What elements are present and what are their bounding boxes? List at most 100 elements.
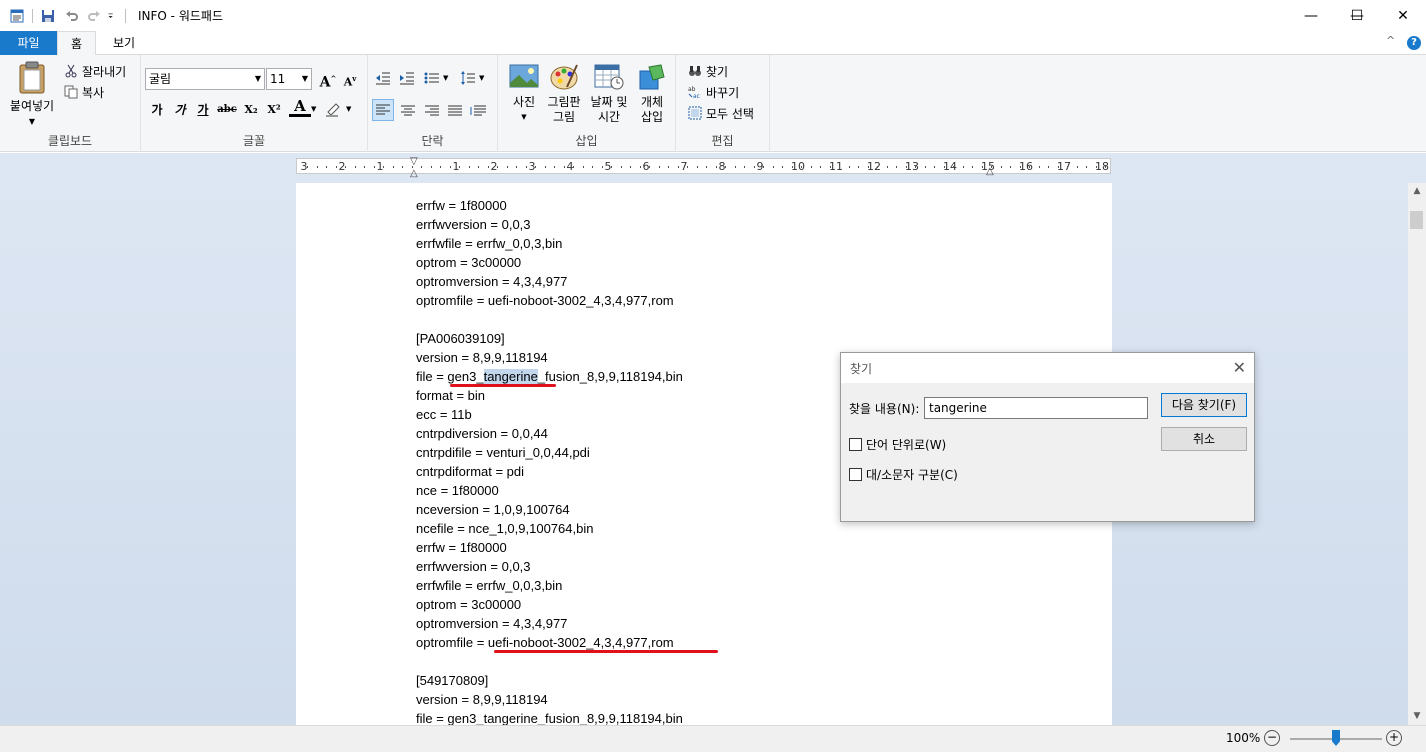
ruler-tick [1076, 166, 1078, 168]
shrink-font-button[interactable]: Av [339, 68, 361, 90]
scroll-down-icon[interactable]: ▼ [1408, 708, 1426, 725]
zoom-in-icon[interactable]: + [1386, 730, 1402, 746]
match-case-checkbox[interactable]: 대/소문자 구분(C) [849, 466, 958, 483]
text-color-dropdown-icon[interactable]: ▼ [311, 105, 316, 113]
help-icon[interactable]: ? [1407, 36, 1421, 50]
insert-object-button[interactable]: 개체 삽입 [634, 63, 670, 125]
maximize-button[interactable]: ☐ [1334, 0, 1380, 31]
font-family-select[interactable]: 굴림 ▼ [145, 68, 265, 90]
minimize-window-button[interactable]: — [1288, 0, 1334, 31]
font-size-value: 11 [270, 72, 286, 86]
increase-indent-icon[interactable] [399, 71, 415, 85]
paint-drawing-button[interactable]: 그림판 그림 [544, 63, 584, 125]
line-spacing-icon[interactable] [460, 70, 476, 86]
bold-button[interactable]: 가 [146, 99, 168, 121]
undo-icon[interactable] [65, 9, 79, 23]
ruler-tick [449, 166, 451, 168]
ruler-number: 11 [829, 160, 843, 173]
superscript-button[interactable]: X² [263, 99, 285, 121]
ruler-tick [563, 166, 565, 168]
save-icon[interactable] [41, 9, 55, 23]
align-left-button[interactable] [372, 99, 394, 121]
find-dialog-titlebar[interactable]: 찾기 ✕ [841, 353, 1254, 383]
match-case-box[interactable] [849, 468, 862, 481]
zoom-slider-thumb[interactable] [1332, 730, 1340, 746]
ruler-tick [316, 166, 318, 168]
ruler-tick [1105, 166, 1106, 168]
match-whole-word-box[interactable] [849, 438, 862, 451]
tab-view[interactable]: 보기 [104, 31, 144, 55]
ruler-tick [1086, 166, 1087, 168]
first-line-indent-marker[interactable]: ▽ [410, 156, 418, 167]
line-spacing-dropdown-icon[interactable]: ▼ [479, 74, 484, 82]
replace-label: 바꾸기 [706, 85, 740, 100]
find-what-input[interactable]: tangerine [924, 397, 1148, 419]
red-underline-annotation [494, 650, 718, 653]
replace-button[interactable]: ab ac 바꾸기 [688, 82, 739, 102]
picture-button[interactable]: 사진 ▼ [504, 63, 544, 125]
ruler-tick [611, 166, 612, 168]
match-whole-word-checkbox[interactable]: 단어 단위로(W) [849, 436, 946, 453]
collapse-ribbon-icon[interactable]: ^ [1386, 34, 1395, 47]
cut-button[interactable]: 잘라내기 [64, 61, 126, 81]
underline-button[interactable]: 가 [192, 99, 214, 121]
ruler-tick [392, 166, 394, 168]
justify-icon[interactable] [445, 101, 465, 121]
scissors-icon [65, 64, 77, 78]
document-line: errfwfile = errfw_0,0,3,bin [416, 578, 563, 593]
copy-button[interactable]: 복사 [64, 82, 104, 102]
date-time-label-2: 시간 [597, 110, 621, 124]
underline-icon: 가 [197, 103, 209, 117]
grow-font-button[interactable]: A^ [317, 68, 339, 91]
text-color-button[interactable]: A [289, 97, 311, 117]
scroll-thumb[interactable] [1410, 211, 1423, 229]
ruler-tick [497, 166, 498, 168]
align-right-icon[interactable] [422, 101, 442, 121]
tab-home[interactable]: 홈 [57, 31, 96, 56]
font-size-select[interactable]: 11 ▼ [266, 68, 312, 90]
find-dialog-close-icon[interactable]: ✕ [1233, 358, 1246, 377]
decrease-indent-icon[interactable] [375, 71, 391, 85]
cancel-button[interactable]: 취소 [1161, 427, 1247, 451]
ruler-tick [1029, 166, 1030, 168]
ruler-tick [582, 166, 584, 168]
vertical-scrollbar[interactable]: ▲ ▼ [1408, 183, 1426, 725]
scroll-up-icon[interactable]: ▲ [1408, 183, 1426, 200]
zoom-out-icon[interactable]: − [1264, 730, 1280, 746]
ruler-tick [763, 166, 764, 168]
paragraph-settings-icon[interactable] [469, 101, 489, 121]
date-time-label-1: 날짜 및 [590, 95, 628, 109]
ruler-tick [934, 166, 935, 168]
ruler-tick [696, 166, 698, 168]
find-button[interactable]: 찾기 [688, 61, 728, 81]
ruler-tick [554, 166, 555, 168]
align-center-icon[interactable] [398, 101, 418, 121]
date-time-button[interactable]: 날짜 및 시간 [586, 63, 632, 125]
wordpad-app-icon[interactable] [10, 9, 24, 23]
highlight-dropdown-icon[interactable]: ▼ [346, 105, 351, 113]
find-dialog-title: 찾기 [850, 362, 873, 376]
customize-qat-icon[interactable] [107, 9, 117, 23]
find-next-button[interactable]: 다음 찾기(F) [1161, 393, 1247, 417]
bullet-list-icon[interactable] [424, 71, 440, 85]
ruler-tick [345, 166, 346, 168]
ruler-number: 12 [867, 160, 881, 173]
document-line: optromversion = 4,3,4,977 [416, 616, 568, 631]
tab-file[interactable]: 파일 [0, 31, 57, 55]
document-line: version = 8,9,9,118194 [416, 692, 548, 707]
left-indent-marker[interactable]: △ [410, 168, 418, 179]
ruler-tick [516, 166, 517, 168]
right-indent-marker[interactable]: △ [986, 166, 994, 177]
document-line: cntrpdifile = venturi_0,0,44,pdi [416, 445, 590, 460]
paste-button[interactable]: 붙여넣기 ▼ [6, 61, 58, 129]
redo-icon[interactable] [87, 9, 101, 23]
highlight-pen-icon[interactable] [324, 100, 342, 118]
select-all-button[interactable]: 모두 선택 [688, 103, 754, 123]
strikethrough-button[interactable]: abc [216, 99, 238, 121]
bullet-list-dropdown-icon[interactable]: ▼ [443, 74, 448, 82]
ruler-tick [525, 166, 527, 168]
close-window-button[interactable]: ✕ [1380, 0, 1426, 31]
italic-button[interactable]: 가 [169, 99, 191, 121]
subscript-button[interactable]: X₂ [240, 99, 262, 121]
document-line: errfw = 1f80000 [416, 198, 507, 213]
